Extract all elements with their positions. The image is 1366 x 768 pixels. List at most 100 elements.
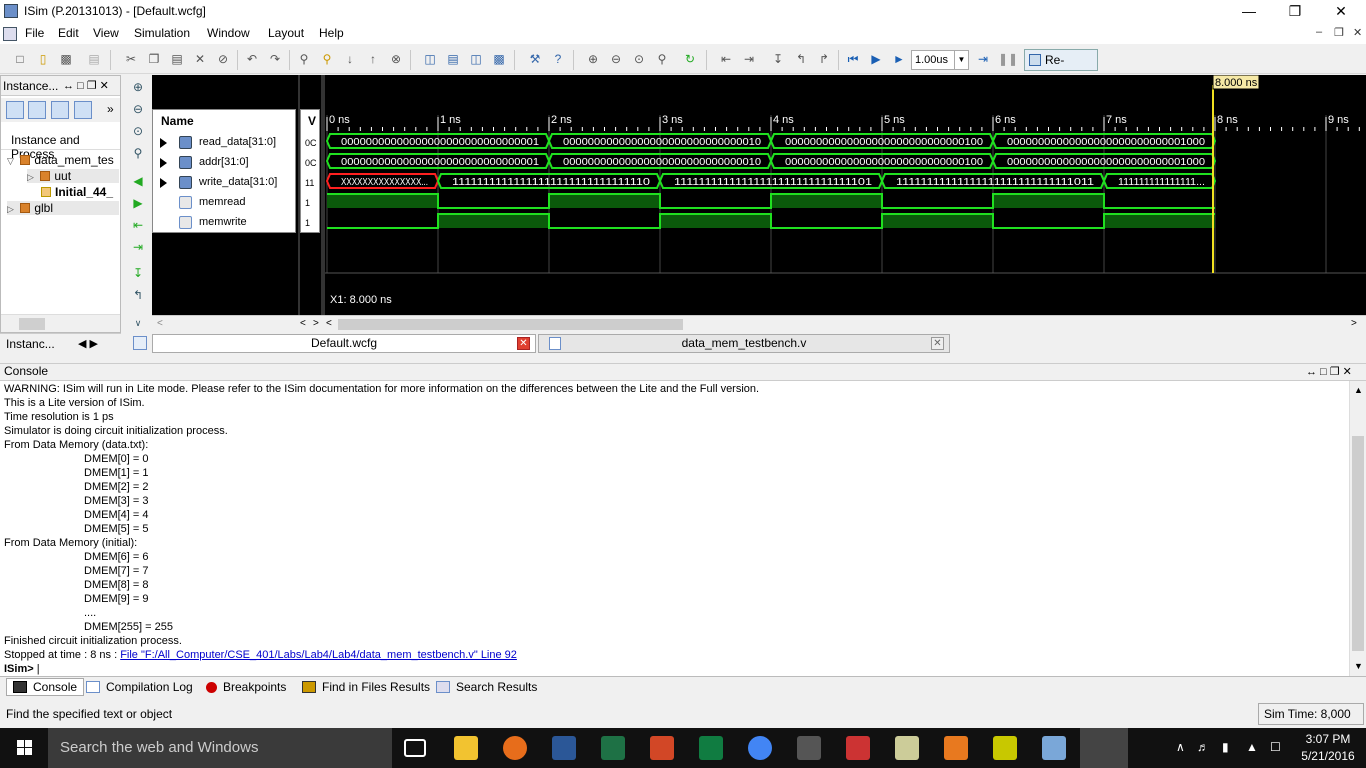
new-icon[interactable]: □	[12, 51, 28, 67]
tab-compilation-log[interactable]: Compilation Log	[86, 680, 193, 694]
console-controls-icon[interactable]: ↔ □ ❐ ✕	[1306, 365, 1352, 380]
restore-button[interactable]: ❐	[1272, 0, 1318, 24]
ise-project-icon[interactable]	[895, 736, 919, 760]
undo-icon[interactable]: ↶	[244, 51, 260, 67]
chrome-icon[interactable]	[748, 736, 772, 760]
add-marker-icon[interactable]: ↧	[770, 51, 786, 67]
close-button[interactable]: ✕	[1318, 0, 1364, 24]
window-icon[interactable]: ▩	[491, 51, 507, 67]
close-tab-icon[interactable]: ✕	[517, 337, 530, 350]
run-time-select[interactable]: 1.00us ▼	[911, 50, 969, 70]
zoom-out-icon[interactable]: ⊖	[130, 101, 146, 117]
save-icon[interactable]: ▩	[58, 51, 74, 67]
tile-vertical-icon[interactable]: ◫	[468, 51, 484, 67]
console-vscroll[interactable]: ▲ ▼	[1349, 381, 1366, 677]
previous-transition-icon[interactable]: ⇤	[718, 51, 734, 67]
next-transition-icon[interactable]: ⇥	[130, 239, 146, 255]
waveform-canvas[interactable]: 0 ns 1 ns 2 ns 3 ns 4 ns 5 ns 6 ns 7 ns 8 ns 9 ns…	[325, 75, 1366, 315]
more-tools-icon[interactable]: ∨	[130, 315, 146, 331]
file-explorer-icon[interactable]	[454, 736, 478, 760]
isim-taskbar-button[interactable]	[1080, 728, 1128, 768]
volume-icon[interactable]: ♬	[1197, 740, 1209, 754]
previous-marker-icon[interactable]: ↰	[793, 51, 809, 67]
image-viewer-icon[interactable]	[1042, 736, 1066, 760]
menu-layout[interactable]: Layout	[268, 26, 304, 40]
mdi-restore-icon[interactable]: ❐	[1334, 26, 1344, 39]
down-arrow-icon[interactable]: ↓	[342, 51, 358, 67]
zoom-in-icon[interactable]: ⊕	[585, 51, 601, 67]
process-icon[interactable]	[51, 101, 69, 119]
app-icon-2[interactable]	[846, 736, 870, 760]
find-icon[interactable]: ⚲	[296, 51, 312, 67]
tree-item-data-mem-tes[interactable]: ▽ data_mem_tes	[7, 153, 114, 167]
previous-marker-icon[interactable]: ↰	[130, 287, 146, 303]
run-for-icon[interactable]: ►	[891, 51, 907, 67]
cascade-icon[interactable]: ◫	[422, 51, 438, 67]
restart-icon[interactable]: ⏮	[845, 51, 861, 67]
menu-file[interactable]: File	[25, 26, 44, 40]
next-marker-icon[interactable]: ↱	[816, 51, 832, 67]
zoom-cursor-icon[interactable]: ⚲	[130, 145, 146, 161]
menu-view[interactable]: View	[93, 26, 119, 40]
tab-search-results[interactable]: Search Results	[436, 680, 537, 694]
task-view-icon[interactable]	[404, 739, 426, 757]
collapsed-icon[interactable]: ▷	[7, 204, 17, 215]
tray-chevron-icon[interactable]: ∧	[1176, 740, 1185, 754]
stop-icon[interactable]: ⊘	[215, 51, 231, 67]
tab-find-in-files[interactable]: Find in Files Results	[302, 680, 430, 694]
battery-icon[interactable]: ▮	[1222, 740, 1229, 754]
sync-icon[interactable]	[74, 101, 92, 119]
step-icon[interactable]: ⇥	[975, 51, 991, 67]
mdi-close-icon[interactable]: ✕	[1353, 26, 1362, 39]
console-output[interactable]: WARNING: ISim will run in Lite mode. Ple…	[0, 380, 1366, 677]
previous-transition-icon[interactable]: ⇤	[130, 217, 146, 233]
taskbar-clock[interactable]: 3:07 PM 5/21/2016	[1296, 731, 1360, 765]
tab-breakpoints[interactable]: Breakpoints	[206, 680, 286, 694]
tile-horizontal-icon[interactable]: ▤	[445, 51, 461, 67]
tree-item-uut[interactable]: ▷ uut	[27, 169, 119, 183]
tab-testbench-v[interactable]: data_mem_testbench.v ✕	[538, 334, 950, 353]
signal-memread[interactable]: memread	[153, 193, 295, 213]
zoom-fit-icon[interactable]: ⊙	[631, 51, 647, 67]
waveform-hscroll[interactable]: < < > < >	[152, 315, 1366, 333]
expand-icon[interactable]	[160, 178, 167, 188]
console-prompt[interactable]: ISim> |	[4, 663, 40, 675]
paste-icon[interactable]: ▤	[169, 51, 185, 67]
minimize-button[interactable]: —	[1226, 0, 1272, 24]
menu-simulation[interactable]: Simulation	[134, 26, 190, 40]
zoom-cursor-icon[interactable]: ⚲	[654, 51, 670, 67]
expand-icon[interactable]	[160, 158, 167, 168]
next-transition-icon[interactable]: ⇥	[741, 51, 757, 67]
panel-controls-icon[interactable]: ↔ □ ❐ ✕	[63, 79, 109, 92]
menu-edit[interactable]: Edit	[58, 26, 79, 40]
break-icon[interactable]: ❚❚	[998, 51, 1018, 67]
mdi-minimize-icon[interactable]: –	[1316, 26, 1322, 38]
help-icon[interactable]: ?	[550, 51, 566, 67]
collapsed-icon[interactable]: ▷	[27, 172, 37, 183]
firefox-icon[interactable]	[503, 736, 527, 760]
menu-window[interactable]: Window	[207, 26, 250, 40]
up-arrow-icon[interactable]: ↑	[365, 51, 381, 67]
signal-memwrite[interactable]: memwrite	[153, 213, 295, 233]
relaunch-button[interactable]: Re-launch	[1024, 49, 1098, 87]
settings-wrench-icon[interactable]: ⚒	[527, 51, 543, 67]
goto-start-icon[interactable]: ◀	[130, 173, 146, 189]
copy-icon[interactable]: ❐	[146, 51, 162, 67]
run-all-icon[interactable]: ▶	[868, 51, 884, 67]
notifications-icon[interactable]: ☐	[1270, 740, 1281, 754]
instance-bottom-tab[interactable]: Instanc... ◀ ▶	[0, 333, 121, 354]
word-icon[interactable]	[552, 736, 576, 760]
network-icon[interactable]: ▲	[1246, 740, 1258, 754]
publisher-icon[interactable]	[699, 736, 723, 760]
add-marker-icon[interactable]: ↧	[130, 265, 146, 281]
expand-icon[interactable]	[160, 138, 167, 148]
taskbar-search[interactable]: Search the web and Windows	[48, 728, 392, 768]
print-icon[interactable]: ▤	[86, 51, 102, 67]
media-player-icon[interactable]	[944, 736, 968, 760]
system-menu-icon[interactable]	[3, 27, 17, 41]
tab-nav-arrows-icon[interactable]: ◀ ▶	[78, 337, 98, 350]
redo-icon[interactable]: ↷	[267, 51, 283, 67]
xilinx-icon[interactable]	[993, 736, 1017, 760]
hierarchy-icon[interactable]	[28, 101, 46, 119]
zoom-full-icon[interactable]: ⊙	[130, 123, 146, 139]
